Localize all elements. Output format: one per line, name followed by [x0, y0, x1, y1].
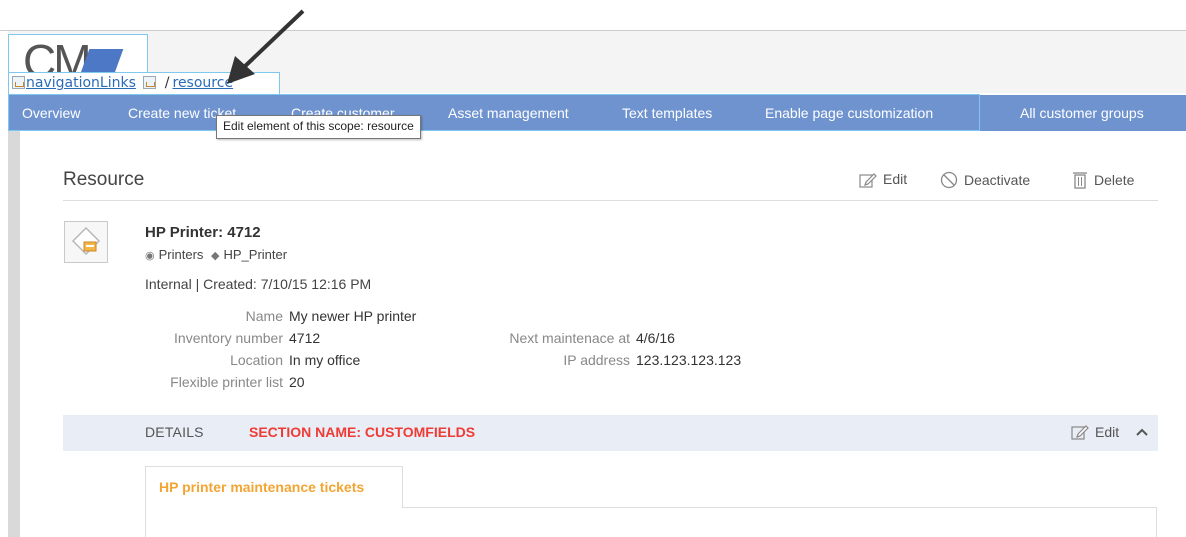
- main-navigation: Overview Create new ticket Create custom…: [8, 95, 1186, 131]
- resource-meta: Internal | Created: 7/10/15 12:16 PM: [145, 276, 372, 292]
- field-location: Location In my office: [145, 352, 360, 368]
- details-section-header[interactable]: DETAILS SECTION NAME: CUSTOMFIELDS Edit: [63, 415, 1158, 451]
- pointer-arrow-icon: [227, 9, 305, 84]
- hierarchy-icon: [12, 76, 25, 89]
- resource-icon: [64, 221, 108, 263]
- field-label: Name: [245, 308, 283, 324]
- field-label: Flexible printer list: [170, 374, 283, 390]
- tab-hp-printer-maintenance-tickets[interactable]: HP printer maintenance tickets: [145, 466, 403, 508]
- field-value: 20: [289, 374, 305, 390]
- edit-label: Edit: [883, 171, 908, 187]
- field-label: IP address: [563, 352, 630, 368]
- tag-icon: ◆: [211, 250, 220, 262]
- nav-text-templates[interactable]: Text templates: [622, 95, 712, 131]
- resource-scope-link[interactable]: resource: [173, 75, 234, 91]
- main-content: Resource Edit Deactivate Delete HP Print…: [20, 131, 1186, 537]
- tab-join: [146, 507, 402, 508]
- cube-icon: ◉: [145, 250, 155, 262]
- nav-all-customer-groups[interactable]: All customer groups: [1020, 95, 1144, 131]
- resource-type[interactable]: HP_Printer: [224, 247, 288, 262]
- logo-text: CM: [23, 35, 92, 72]
- field-value: 4712: [289, 330, 321, 346]
- hierarchy-icon: [143, 76, 157, 89]
- edit-icon: [1071, 425, 1089, 440]
- field-ip-address: IP address 123.123.123.123: [460, 352, 741, 368]
- field-label: Inventory number: [174, 330, 283, 346]
- field-next-maintenance: Next maintenace at 4/6/16: [460, 330, 675, 346]
- delete-label: Delete: [1094, 172, 1135, 188]
- chevron-up-icon[interactable]: [1135, 425, 1149, 439]
- nav-enable-page-customization[interactable]: Enable page customization: [765, 95, 933, 131]
- page-title: Resource: [63, 169, 145, 190]
- deactivate-button[interactable]: Deactivate: [940, 171, 1030, 189]
- field-name: Name My newer HP printer: [145, 308, 417, 324]
- field-value: 4/6/16: [636, 330, 675, 346]
- breadcrumb-separator: /: [164, 75, 170, 91]
- trash-icon: [1073, 172, 1087, 189]
- section-name-label: SECTION NAME: CUSTOMFIELDS: [249, 424, 476, 440]
- nav-asset-management[interactable]: Asset management: [448, 95, 569, 131]
- field-inventory-number: Inventory number 4712: [145, 330, 320, 346]
- details-edit-button[interactable]: Edit: [1071, 424, 1119, 440]
- resource-classification: ◉ Printers ◆ HP_Printer: [145, 247, 287, 262]
- delete-button[interactable]: Delete: [1072, 171, 1134, 189]
- asset-icon: [71, 226, 101, 256]
- field-flexible-printer-list: Flexible printer list 20: [145, 374, 305, 390]
- logo-mark: [80, 49, 124, 72]
- field-label: Location: [230, 352, 283, 368]
- resource-category[interactable]: Printers: [159, 247, 204, 262]
- left-gutter: [8, 131, 20, 537]
- field-label: Next maintenace at: [509, 330, 630, 346]
- edit-icon: [859, 173, 877, 188]
- deactivate-icon: [940, 171, 958, 189]
- tab-panel: [145, 507, 1157, 537]
- field-value: In my office: [289, 352, 361, 368]
- field-value: My newer HP printer: [289, 308, 417, 324]
- edit-button[interactable]: Edit: [859, 171, 907, 188]
- navigation-links-link[interactable]: navigationLinks: [26, 75, 136, 91]
- logo[interactable]: CM: [8, 34, 148, 72]
- nav-overview[interactable]: Overview: [22, 95, 80, 131]
- title-divider: [63, 200, 1158, 201]
- field-value: 123.123.123.123: [636, 352, 742, 368]
- details-label: DETAILS: [145, 424, 204, 440]
- details-edit-label: Edit: [1095, 424, 1120, 440]
- resource-title: HP Printer: 4712: [145, 224, 261, 241]
- deactivate-label: Deactivate: [964, 172, 1031, 188]
